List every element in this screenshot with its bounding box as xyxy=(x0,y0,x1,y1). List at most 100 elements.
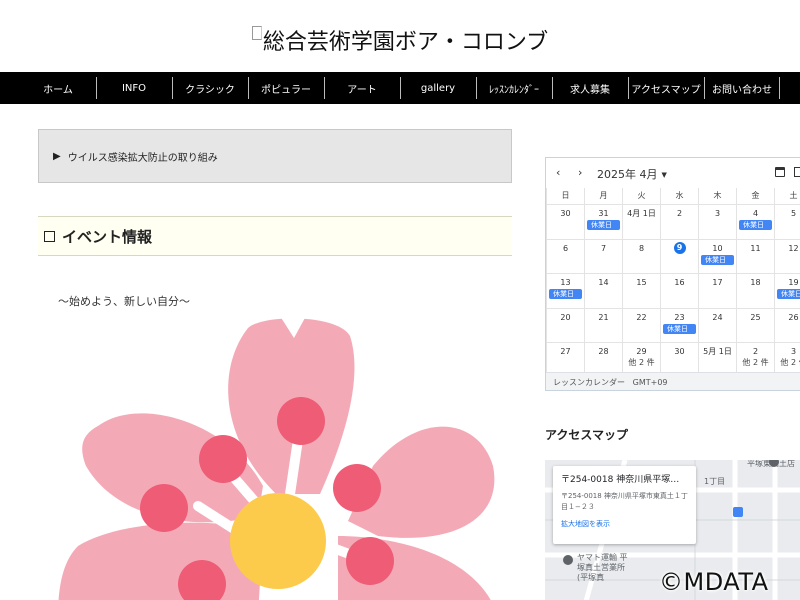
accordion-label: ウイルス感染拡大防止の取り組み xyxy=(67,152,218,164)
calendar-date: 25 xyxy=(750,312,761,322)
nav-classic[interactable]: クラシック xyxy=(172,72,248,104)
calendar-date: 3 xyxy=(714,209,721,218)
nav-contact[interactable]: お問い合わせ xyxy=(704,72,780,104)
calendar-date: 4 xyxy=(752,209,759,218)
tagline: ～始めよう、新しい自分～ xyxy=(58,295,190,308)
calendar-day-cell[interactable]: 31 休業日 xyxy=(584,205,622,239)
section-title: イベント情報 xyxy=(62,227,153,246)
nav-info[interactable]: INFO xyxy=(96,72,172,104)
calendar-event[interactable]: 休業日 xyxy=(587,220,620,230)
calendar-day-cell[interactable]: 4 休業日 xyxy=(736,205,774,239)
calendar-date: 19 xyxy=(788,278,799,288)
calendar-date: 17 xyxy=(712,278,723,288)
calendar-toolbar: ‹ › 2025年 4月 ▼ xyxy=(546,158,800,188)
calendar-day-cell[interactable]: 21 xyxy=(584,308,622,343)
calendar-day-cell[interactable]: 2 xyxy=(660,205,698,239)
calendar-day-cell[interactable]: 15 xyxy=(622,274,660,308)
map-card-title: 〒254-0018 神奈川県平塚市東… xyxy=(561,475,688,485)
triangle-right-icon: ▶ xyxy=(53,150,61,162)
calendar-day-cell[interactable]: 11 xyxy=(736,239,774,274)
calendar-day-cell[interactable]: 22 xyxy=(622,308,660,343)
nav-popular[interactable]: ポピュラー xyxy=(248,72,324,104)
chevron-right-icon[interactable]: › xyxy=(578,166,582,179)
calendar-date: 5 xyxy=(790,209,797,218)
calendar-date: 14 xyxy=(598,278,609,288)
calendar-date: 26 xyxy=(788,312,799,322)
calendar-more-link[interactable]: 他 2 件 xyxy=(623,357,660,368)
calendar-event[interactable]: 休業日 xyxy=(739,220,772,230)
lesson-calendar-widget: ‹ › 2025年 4月 ▼ 日 月 火 水 木 金 土 30 31 休業日 4月 … xyxy=(545,157,800,391)
calendar-date: 15 xyxy=(636,278,647,288)
calendar-month-selector[interactable]: 2025年 4月 ▼ xyxy=(597,166,667,182)
calendar-event[interactable]: 休業日 xyxy=(663,323,696,334)
nav-recruit[interactable]: 求人募集 xyxy=(552,72,628,104)
calendar-day-cell[interactable]: 13 休業日 xyxy=(546,274,584,308)
calendar-day-cell[interactable]: 19 休業日 xyxy=(774,274,800,308)
calendar-day-cell[interactable]: 4月 1日 xyxy=(622,205,660,239)
calendar-day-cell-today[interactable]: 9 xyxy=(660,239,698,274)
broken-image-icon xyxy=(251,26,262,40)
square-icon xyxy=(44,230,55,242)
chevron-left-icon[interactable]: ‹ xyxy=(556,166,560,179)
calendar-day-cell[interactable]: 26 xyxy=(774,308,800,343)
calendar-day-cell[interactable]: 18 xyxy=(736,274,774,308)
calendar-day-cell[interactable]: 7 xyxy=(584,239,622,274)
weekday-label: 月 xyxy=(584,188,622,204)
map-street-label: 平塚東真土店 xyxy=(747,460,795,468)
calendar-day-cell[interactable]: 16 xyxy=(660,274,698,308)
calendar-footer: レッスンカレンダー GMT+09 xyxy=(546,372,800,390)
calendar-day-cell[interactable]: 24 xyxy=(698,308,736,343)
calendar-day-cell[interactable]: 23 休業日 xyxy=(660,308,698,343)
calendar-more-link[interactable]: 他 2 件 xyxy=(775,357,800,368)
calendar-weekday-row: 日 月 火 水 木 金 土 xyxy=(546,188,800,204)
nav-art[interactable]: アート xyxy=(324,72,400,104)
calendar-week-row: 30 31 休業日 4月 1日 2 3 4 休業日 5 xyxy=(546,204,800,239)
calendar-date: 24 xyxy=(712,312,723,322)
nav-home[interactable]: ホーム xyxy=(20,72,96,104)
calendar-day-cell[interactable]: 25 xyxy=(736,308,774,343)
calendar-event[interactable]: 休業日 xyxy=(701,254,734,265)
view-grid-icon[interactable] xyxy=(794,167,800,177)
weekday-label: 土 xyxy=(774,188,800,204)
calendar-date: 8 xyxy=(638,243,645,253)
view-larger-map-link[interactable]: 拡大地図を表示 xyxy=(561,519,688,529)
calendar-day-cell[interactable]: 8 xyxy=(622,239,660,274)
calendar-day-cell[interactable]: 20 xyxy=(546,308,584,343)
calendar-date: 5月 1日 xyxy=(703,347,732,357)
calendar-event[interactable]: 休業日 xyxy=(549,289,582,300)
calendar-date: 2 xyxy=(752,347,759,357)
calendar-day-cell[interactable]: 10 休業日 xyxy=(698,239,736,274)
calendar-more-link[interactable]: 他 2 件 xyxy=(737,357,774,368)
watermark: ©MDATA xyxy=(659,568,769,596)
nav-gallery[interactable]: gallery xyxy=(400,72,476,104)
weekday-label: 木 xyxy=(698,188,736,204)
calendar-day-cell[interactable]: 17 xyxy=(698,274,736,308)
covid-accordion[interactable]: ▶ ウイルス感染拡大防止の取り組み xyxy=(38,129,512,183)
calendar-day-cell[interactable]: 30 xyxy=(546,205,584,239)
calendar-date: 4月 1日 xyxy=(627,209,656,218)
map-pin-icon[interactable] xyxy=(563,555,573,565)
calendar-date: 28 xyxy=(598,347,609,357)
calendar-icon[interactable] xyxy=(775,167,785,177)
nav-access-map[interactable]: アクセスマップ xyxy=(628,72,704,104)
calendar-day-cell[interactable]: 3 xyxy=(698,205,736,239)
site-logo[interactable]: 総合芸術学園ボア・コロンブ xyxy=(0,24,800,56)
shop-icon[interactable] xyxy=(733,507,743,517)
calendar-day-cell[interactable]: 6 xyxy=(546,239,584,274)
nav-lesson-calendar[interactable]: ﾚｯｽﾝｶﾚﾝﾀﾞｰ xyxy=(476,72,552,104)
calendar-date: 9 xyxy=(673,241,686,254)
calendar-day-cell[interactable]: 5 xyxy=(774,205,800,239)
calendar-date: 23 xyxy=(674,312,685,322)
calendar-date: 18 xyxy=(750,278,761,288)
calendar-week-row: 6 7 8 9 10 休業日 11 12 xyxy=(546,238,800,274)
calendar-day-cell[interactable]: 14 xyxy=(584,274,622,308)
calendar-date: 29 xyxy=(636,347,647,357)
calendar-date: 12 xyxy=(788,243,799,253)
weekday-label: 金 xyxy=(736,188,774,204)
calendar-date: 13 xyxy=(560,278,571,288)
weekday-label: 火 xyxy=(622,188,660,204)
calendar-date: 30 xyxy=(560,209,571,218)
calendar-day-cell[interactable]: 12 xyxy=(774,239,800,274)
calendar-event[interactable]: 休業日 xyxy=(777,289,800,300)
site-title-text: 総合芸術学園ボア・コロンブ xyxy=(262,30,549,55)
